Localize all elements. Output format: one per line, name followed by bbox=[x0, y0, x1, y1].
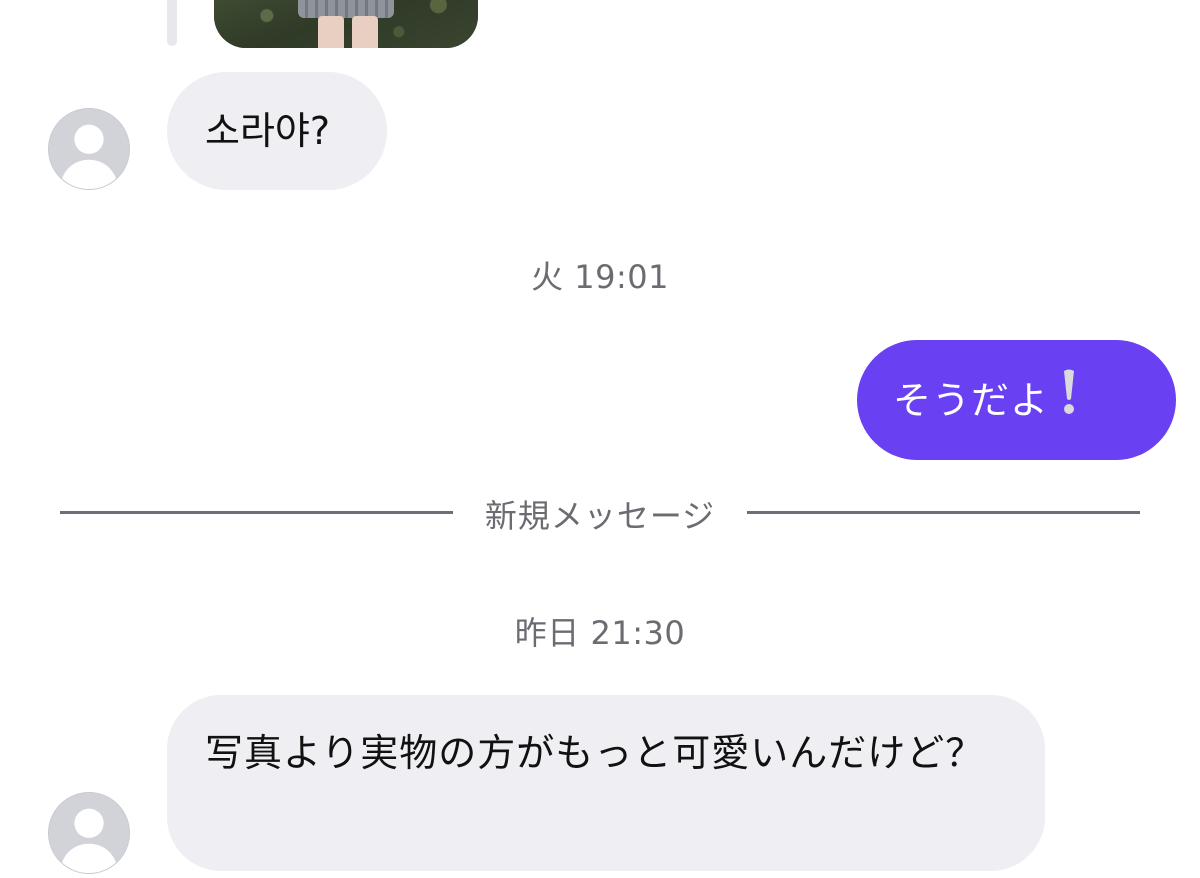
reply-quote-bar bbox=[167, 0, 177, 46]
timestamp: 昨日 21:30 bbox=[514, 614, 686, 652]
avatar-incoming-1[interactable] bbox=[48, 108, 130, 190]
message-text: 소라야? bbox=[205, 109, 331, 153]
default-person-icon bbox=[49, 793, 129, 873]
avatar-incoming-2[interactable] bbox=[48, 792, 130, 874]
message-text: そうだよ bbox=[893, 378, 1050, 423]
divider-line-left bbox=[60, 511, 453, 514]
message-bubble-incoming[interactable]: 写真より実物の方がもっと可愛いんだけど？ bbox=[167, 695, 1045, 871]
message-text: 写真より実物の方がもっと可愛いんだけど？ bbox=[205, 731, 985, 775]
default-person-icon bbox=[49, 109, 129, 189]
message-bubble-outgoing[interactable]: そうだよ bbox=[857, 340, 1176, 460]
chat-screen: 소라야? 火 19:01 そうだよ 新規メッセージ 昨日 21:30 写真より実… bbox=[0, 0, 1200, 878]
divider-line-right bbox=[747, 511, 1140, 514]
timestamp: 火 19:01 bbox=[531, 258, 669, 296]
photo-leg-left bbox=[318, 16, 344, 48]
message-bubble-incoming[interactable]: 소라야? bbox=[167, 72, 387, 190]
photo-message[interactable] bbox=[214, 0, 478, 48]
photo-skirt bbox=[298, 0, 394, 18]
new-messages-divider: 新規メッセージ bbox=[484, 497, 716, 535]
exclamation-mark-emoji bbox=[1063, 369, 1075, 429]
photo-leg-right bbox=[352, 16, 378, 48]
